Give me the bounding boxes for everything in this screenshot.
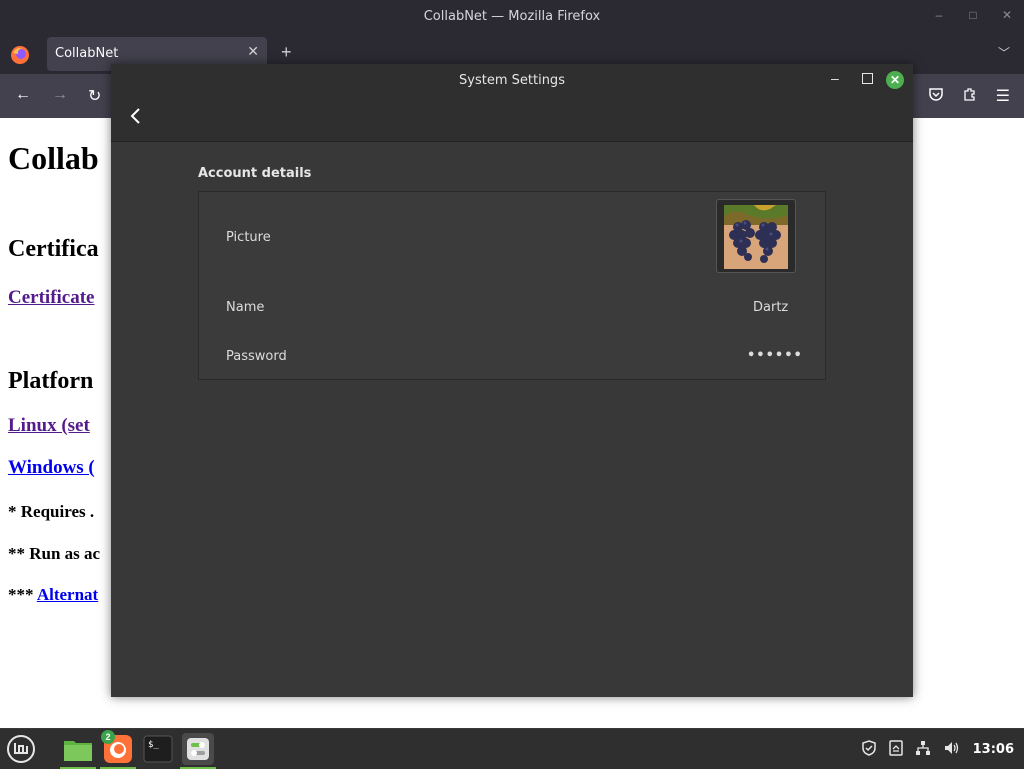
certificates-link[interactable]: Certificate [8,287,95,309]
svg-text:$_: $_ [148,740,159,750]
settings-maximize-icon[interactable] [862,73,873,84]
settings-titlebar: System Settings – ✕ [111,64,913,98]
files-running-indicator [60,767,96,769]
settings-close-icon[interactable]: ✕ [886,71,904,89]
back-arrow-icon[interactable]: ← [15,86,31,104]
linux-link[interactable]: Linux (set [8,415,90,437]
page-heading: Collab [8,140,99,176]
terminal-app-icon[interactable]: $_ [142,733,174,765]
certificates-heading: Certifica [8,236,99,262]
windows-link[interactable]: Windows ( [8,457,95,479]
back-chevron-icon[interactable] [129,106,143,132]
minimize-icon[interactable]: – [932,8,946,22]
close-icon[interactable]: ✕ [1000,8,1014,22]
pocket-icon[interactable] [928,86,944,107]
system-tray: 13:06 [861,729,1014,769]
section-title: Account details [198,166,312,181]
files-app-icon[interactable] [62,733,94,765]
note-requires: * Requires . [8,502,95,521]
tab-label: CollabNet [55,46,119,61]
toolbar-right: ☰ [928,74,1024,118]
firefox-running-indicator [100,767,136,769]
shield-icon[interactable] [861,739,877,759]
firefox-window-count-badge: 2 [101,730,115,744]
network-icon[interactable] [915,740,931,759]
clock[interactable]: 13:06 [973,742,1014,757]
alternative-link[interactable]: Alternat [37,585,98,604]
update-manager-icon[interactable] [888,739,903,759]
system-settings-window: System Settings – ✕ Account details Pict… [111,64,913,697]
picture-button[interactable] [716,199,796,273]
tab-close-icon[interactable]: ✕ [247,43,259,60]
system-settings-app-icon[interactable] [182,733,214,765]
platforms-heading: Platforn [8,368,94,394]
firefox-window-controls: – □ ✕ [932,8,1014,22]
extensions-icon[interactable] [962,86,978,107]
firefox-titlebar: CollabNet — Mozilla Firefox – □ ✕ [0,0,1024,34]
hamburger-menu-icon[interactable]: ☰ [996,86,1010,106]
settings-window-title: System Settings [459,73,565,88]
firefox-window-title: CollabNet — Mozilla Firefox [423,9,601,24]
password-label: Password [226,349,287,364]
firefox-logo-icon [11,46,29,64]
mint-menu-icon[interactable] [6,734,36,764]
picture-label: Picture [226,230,271,245]
name-value[interactable]: Dartz [753,300,788,315]
settings-running-indicator [180,767,216,769]
note-prefix: *** [8,585,37,604]
new-tab-icon[interactable]: + [281,42,292,63]
volume-icon[interactable] [943,740,961,759]
maximize-icon[interactable]: □ [966,8,980,22]
tab-list-chevron-icon[interactable]: ﹀ [998,44,1010,61]
reload-icon[interactable]: ↻ [88,86,101,106]
settings-headerbar [111,98,913,142]
name-label: Name [226,300,265,315]
account-details-card: Picture Name Dartz Password •••••• [198,191,826,380]
password-value[interactable]: •••••• [747,348,803,363]
taskbar: 2 $_ 13:06 [0,728,1024,769]
settings-minimize-icon[interactable]: – [831,70,839,86]
forward-arrow-icon[interactable]: → [52,86,68,104]
note-alternative: *** Alternat [8,585,98,605]
avatar-grapes-image [724,205,788,269]
note-run-as: ** Run as ac [8,544,101,563]
